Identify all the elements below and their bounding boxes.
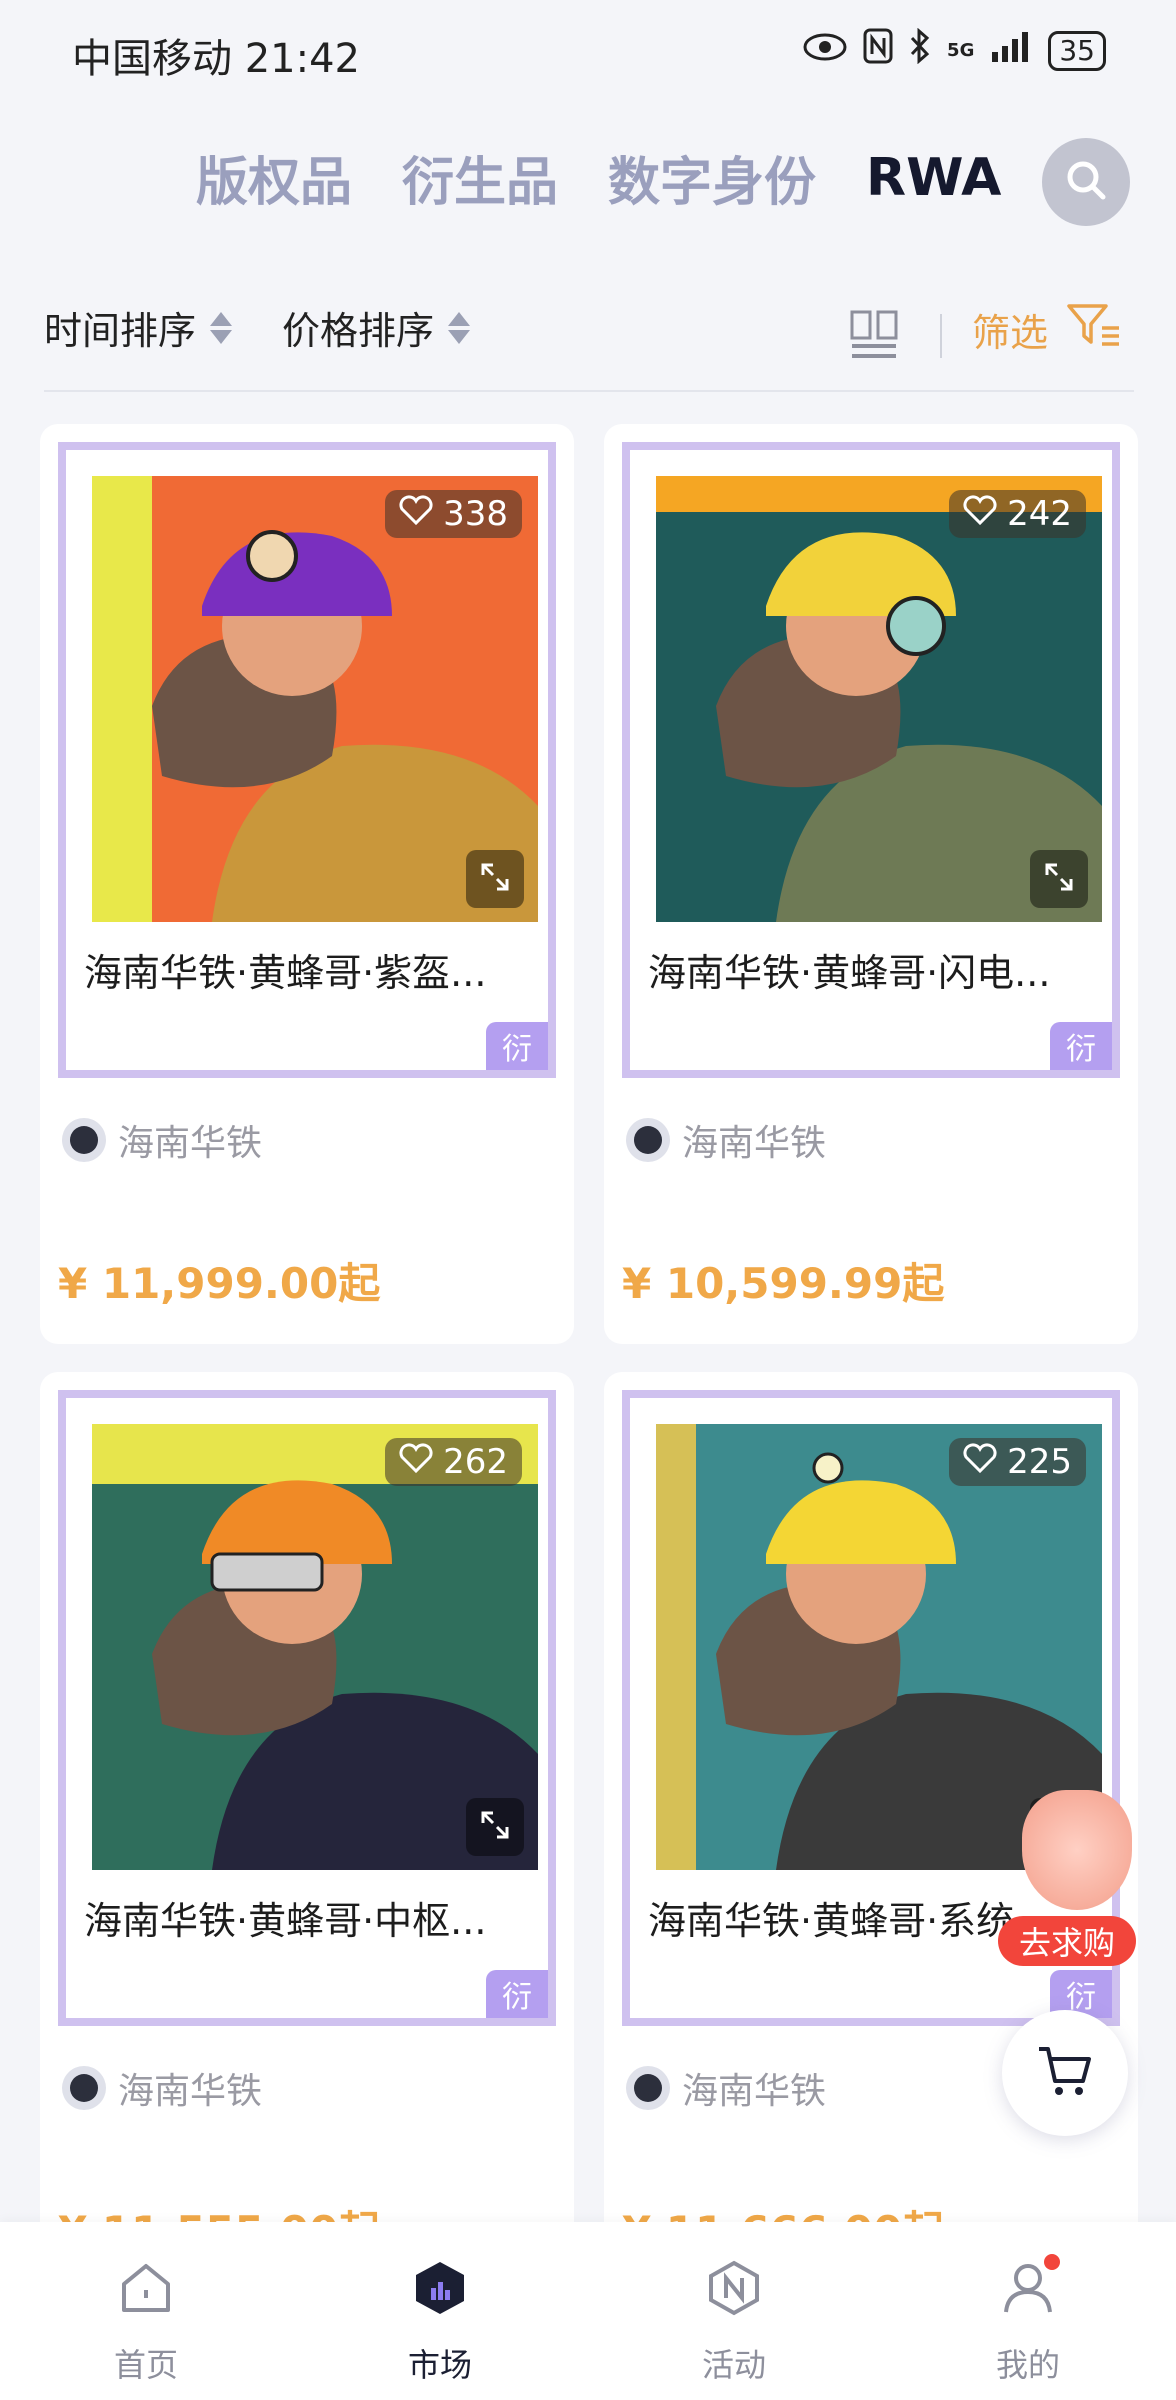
product-card[interactable]: 338 海南华铁·黄蜂哥·紫盔... 衍 海南华铁 ¥ 11,999.00起 — [40, 424, 574, 1344]
product-title: 海南华铁·黄蜂哥·中枢... — [84, 1899, 487, 1943]
card-frame: 242 海南华铁·黄蜂哥·闪电... 衍 — [622, 442, 1120, 1078]
like-badge[interactable]: 225 — [949, 1438, 1086, 1486]
product-image[interactable]: 242 — [656, 476, 1102, 922]
tab-copyright[interactable]: 版权品 — [196, 140, 352, 215]
like-count: 338 — [443, 494, 508, 534]
layout-toggle-icon[interactable] — [850, 310, 898, 364]
signal-icon — [990, 30, 1032, 71]
nfc-icon — [863, 28, 893, 73]
tab-derivative[interactable]: 衍生品 — [402, 140, 558, 215]
product-image[interactable]: 338 — [92, 476, 538, 922]
battery-indicator: 35 — [1048, 30, 1106, 71]
want-to-buy-button[interactable]: 去求购 — [998, 1790, 1138, 1970]
nav-activity[interactable]: 活动 — [644, 2260, 824, 2386]
creator-name: 海南华铁 — [118, 1123, 263, 1164]
product-title: 海南华铁·黄蜂哥·闪电... — [648, 951, 1051, 995]
want-to-buy-label: 去求购 — [998, 1916, 1136, 1966]
creator-row[interactable]: 海南华铁 — [62, 2062, 262, 2114]
heart-icon — [963, 1442, 997, 1482]
sort-time-label: 时间排序 — [44, 309, 197, 353]
product-title: 海南华铁·黄蜂哥·紫盔... — [84, 951, 487, 995]
nav-profile-label: 我的 — [995, 2346, 1060, 2384]
heart-icon — [399, 1442, 433, 1482]
product-card[interactable]: 262 海南华铁·黄蜂哥·中枢... 衍 海南华铁 ¥ 11,555.00起 — [40, 1372, 574, 2292]
category-tabs: 版权品 衍生品 数字身份 RWA — [196, 140, 1001, 215]
status-icons: 5G 35 — [803, 27, 1106, 73]
product-image[interactable]: 262 — [92, 1424, 538, 1870]
network-label: 5G — [947, 40, 975, 61]
sort-separator — [940, 314, 942, 358]
tab-digital-identity[interactable]: 数字身份 — [608, 140, 816, 215]
search-icon — [1064, 158, 1108, 206]
sort-by-price[interactable]: 价格排序 — [282, 300, 471, 355]
sort-price-label: 价格排序 — [282, 309, 435, 353]
notification-dot — [1044, 2254, 1060, 2270]
creator-name: 海南华铁 — [682, 2071, 827, 2112]
derivative-tag: 衍 — [1050, 1022, 1112, 1070]
heart-icon — [963, 494, 997, 534]
home-icon — [118, 2260, 174, 2324]
creator-name: 海南华铁 — [118, 2071, 263, 2112]
like-badge[interactable]: 262 — [385, 1438, 522, 1486]
expand-icon — [1043, 861, 1075, 897]
derivative-tag: 衍 — [486, 1970, 548, 2018]
like-count: 225 — [1007, 1442, 1072, 1482]
like-count: 262 — [443, 1442, 508, 1482]
creator-avatar — [626, 1118, 670, 1162]
eye-icon — [803, 31, 847, 71]
heart-icon — [399, 494, 433, 534]
expand-button[interactable] — [466, 1798, 524, 1856]
bluetooth-icon — [909, 27, 931, 73]
nav-market-label: 市场 — [407, 2346, 472, 2384]
activity-icon — [706, 2260, 762, 2324]
creator-avatar — [626, 2066, 670, 2110]
like-badge[interactable]: 242 — [949, 490, 1086, 538]
creator-avatar — [62, 2066, 106, 2110]
bottom-navigation: 首页 市场 活动 我的 — [0, 2222, 1176, 2400]
filter-button[interactable]: 筛选 — [972, 302, 1122, 357]
cart-button[interactable] — [1002, 2010, 1128, 2136]
hand-coupon-icon — [1022, 1790, 1132, 1910]
nav-home-label: 首页 — [113, 2346, 178, 2384]
filter-icon — [1066, 302, 1122, 357]
like-badge[interactable]: 338 — [385, 490, 522, 538]
product-price: ¥ 11,999.00起 — [58, 1259, 381, 1308]
market-icon — [412, 2260, 468, 2324]
expand-icon — [479, 861, 511, 897]
tab-rwa[interactable]: RWA — [866, 148, 1001, 208]
creator-row[interactable]: 海南华铁 — [62, 1114, 262, 1166]
product-price: ¥ 10,599.99起 — [622, 1259, 945, 1308]
filter-label: 筛选 — [972, 311, 1049, 355]
sort-arrows-icon — [448, 311, 471, 344]
nav-profile[interactable]: 我的 — [938, 2254, 1118, 2386]
sort-divider — [44, 390, 1134, 392]
creator-row[interactable]: 海南华铁 — [626, 2062, 826, 2114]
derivative-tag: 衍 — [486, 1022, 548, 1070]
sort-bar: 时间排序 价格排序 筛选 — [0, 290, 1176, 390]
creator-row[interactable]: 海南华铁 — [626, 1114, 826, 1166]
nav-home[interactable]: 首页 — [56, 2260, 236, 2386]
sort-by-time[interactable]: 时间排序 — [44, 300, 233, 355]
sort-arrows-icon — [210, 311, 233, 344]
status-bar: 中国移动 21:42 5G 35 — [0, 0, 1176, 100]
expand-button[interactable] — [466, 850, 524, 908]
profile-icon — [1000, 2254, 1060, 2324]
card-frame: 262 海南华铁·黄蜂哥·中枢... 衍 — [58, 1390, 556, 2026]
expand-icon — [479, 1809, 511, 1845]
product-card[interactable]: 242 海南华铁·黄蜂哥·闪电... 衍 海南华铁 ¥ 10,599.99起 — [604, 424, 1138, 1344]
like-count: 242 — [1007, 494, 1072, 534]
card-frame: 338 海南华铁·黄蜂哥·紫盔... 衍 — [58, 442, 556, 1078]
creator-avatar — [62, 1118, 106, 1162]
cart-icon — [1035, 2041, 1095, 2105]
nav-activity-label: 活动 — [701, 2346, 766, 2384]
expand-button[interactable] — [1030, 850, 1088, 908]
nav-market[interactable]: 市场 — [350, 2260, 530, 2386]
creator-name: 海南华铁 — [682, 1123, 827, 1164]
search-button[interactable] — [1042, 138, 1130, 226]
carrier-time: 中国移动 21:42 — [72, 36, 360, 82]
